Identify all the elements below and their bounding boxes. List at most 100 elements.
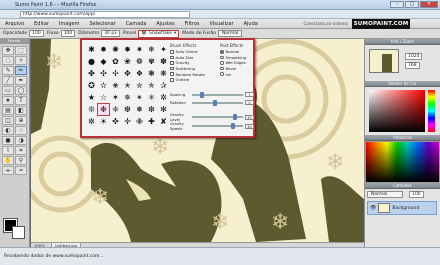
eye-icon[interactable]: 👁 bbox=[370, 205, 376, 211]
blend-mode-select[interactable]: Normal bbox=[217, 30, 243, 37]
symmetry-tool-icon[interactable]: ⟛ bbox=[2, 166, 14, 175]
brush-preset[interactable]: ✛ bbox=[122, 116, 133, 127]
rotation-knob[interactable] bbox=[212, 99, 217, 106]
clone-tool-icon[interactable]: ⊕ bbox=[15, 116, 27, 125]
brush-preset[interactable]: ✦ bbox=[158, 44, 169, 55]
menu-imagem[interactable]: Imagem bbox=[54, 21, 85, 27]
brush-preset[interactable]: ✿ bbox=[110, 56, 121, 67]
brush-preset[interactable]: ❃ bbox=[146, 68, 157, 79]
gravity-speed-value[interactable]: 40 bbox=[245, 123, 254, 129]
brush-preset[interactable]: ✹ bbox=[98, 44, 109, 55]
brush-preset[interactable]: ✼ bbox=[86, 116, 97, 127]
ellipse-tool-icon[interactable]: ◯ bbox=[15, 86, 27, 95]
brush-preset[interactable]: ✥ bbox=[122, 68, 133, 79]
brush-preset[interactable]: ❄ bbox=[146, 44, 157, 55]
brush-preset[interactable]: ☆ bbox=[98, 92, 109, 103]
minimize-button[interactable]: – bbox=[390, 1, 404, 8]
brush-preset[interactable]: ❅ bbox=[134, 104, 145, 115]
lasso-tool-icon[interactable]: ◌ bbox=[2, 56, 14, 65]
spacing-slider[interactable] bbox=[192, 91, 243, 98]
brush-preset[interactable]: ✯ bbox=[146, 80, 157, 91]
brush-preset[interactable]: ☀ bbox=[98, 116, 109, 127]
brush-preset[interactable]: ❆ bbox=[122, 104, 133, 115]
brush-preset[interactable]: ✰ bbox=[158, 80, 169, 91]
background-color[interactable] bbox=[12, 226, 25, 239]
brush-preset[interactable]: ✷ bbox=[134, 44, 145, 55]
brush-preset[interactable]: ✫ bbox=[98, 80, 109, 91]
flow-field[interactable]: 100 bbox=[60, 30, 76, 37]
pencil-tool-icon[interactable]: ✎ bbox=[2, 66, 14, 75]
ink-radio[interactable]: Ink bbox=[220, 71, 255, 77]
magic-wand-icon[interactable]: ✧ bbox=[15, 56, 27, 65]
menu-arquivo[interactable]: Arquivo bbox=[0, 21, 29, 27]
smudge-tool-icon[interactable]: ☝ bbox=[15, 126, 27, 135]
brush-preset[interactable]: ✮ bbox=[134, 80, 145, 91]
brush-preset[interactable]: ❈ bbox=[110, 104, 121, 115]
brush-preset[interactable]: ❉ bbox=[97, 103, 110, 116]
blur-tool-icon[interactable]: ◐ bbox=[2, 126, 14, 135]
brush-preset[interactable]: ❇ bbox=[146, 104, 157, 115]
menu-selecionar[interactable]: Selecionar bbox=[84, 21, 120, 27]
brush-preset[interactable]: ✣ bbox=[98, 68, 109, 79]
layer-opacity[interactable]: 100 bbox=[409, 191, 424, 198]
spacing-knob[interactable] bbox=[200, 91, 205, 98]
menu-editar[interactable]: Editar bbox=[29, 21, 54, 27]
gravity-level-slider[interactable] bbox=[192, 114, 243, 120]
brush-selector[interactable]: ❄ Snowflake ▾ bbox=[138, 29, 180, 38]
hue-slider[interactable] bbox=[428, 90, 435, 132]
outline-checkbox[interactable]: Outline bbox=[170, 77, 216, 83]
brush-preset[interactable]: ✽ bbox=[158, 56, 169, 67]
rotation-value[interactable]: 0 bbox=[245, 100, 254, 105]
crop-tool-icon[interactable]: ⌗ bbox=[15, 146, 27, 155]
gravity-level-value[interactable]: 45 bbox=[245, 114, 254, 120]
navigator-thumbnail[interactable] bbox=[369, 49, 399, 73]
line-tool-icon[interactable]: ╱ bbox=[2, 76, 14, 85]
text-tool-icon[interactable]: T bbox=[15, 96, 27, 105]
brush-preset[interactable]: ✢ bbox=[110, 68, 121, 79]
brush-preset[interactable]: ✙ bbox=[134, 116, 145, 127]
color-swatches[interactable] bbox=[3, 218, 26, 239]
brush-preset[interactable]: ✬ bbox=[110, 80, 121, 91]
move-tool-icon[interactable]: ✥ bbox=[2, 46, 14, 55]
brush-preset[interactable]: ✜ bbox=[110, 116, 121, 127]
hand-tool-icon[interactable]: ✋ bbox=[2, 156, 14, 165]
close-button[interactable]: ✕ bbox=[420, 1, 438, 8]
brush-tool-icon[interactable]: ✏ bbox=[15, 66, 27, 75]
layer-blend-mode[interactable]: Normal bbox=[367, 191, 403, 198]
color-field[interactable] bbox=[369, 90, 425, 132]
menu-visualizar[interactable]: Visualizar bbox=[205, 21, 239, 27]
spacing-value[interactable]: 1 bbox=[245, 92, 254, 97]
zoom-tool-icon[interactable]: ⚲ bbox=[15, 156, 27, 165]
brush-preset[interactable]: ✱ bbox=[86, 44, 97, 55]
brush-preset[interactable]: ✪ bbox=[86, 80, 97, 91]
brush-preset[interactable]: ✵ bbox=[122, 92, 133, 103]
pen-tool-icon[interactable]: ✒ bbox=[15, 76, 27, 85]
gravity-level-knob[interactable] bbox=[233, 114, 238, 120]
fill-tool-icon[interactable]: ◧ bbox=[15, 106, 27, 115]
brush-preset[interactable]: ❋ bbox=[158, 68, 169, 79]
gradient-tool-icon[interactable]: ▤ bbox=[2, 106, 14, 115]
brush-preset[interactable]: ✘ bbox=[158, 116, 169, 127]
brush-preset[interactable]: ● bbox=[86, 56, 97, 67]
eraser-tool-icon[interactable]: ◫ bbox=[2, 116, 14, 125]
menu-filtros[interactable]: Filtros bbox=[180, 21, 205, 27]
brush-preset[interactable]: ✭ bbox=[122, 80, 133, 91]
brush-preset[interactable]: ✤ bbox=[86, 68, 97, 79]
menu-camada[interactable]: Camada bbox=[121, 21, 152, 27]
warp-tool-icon[interactable]: ≈ bbox=[15, 166, 27, 175]
opacity-field[interactable]: 100 bbox=[29, 30, 44, 37]
dodge-tool-icon[interactable]: ● bbox=[2, 136, 14, 145]
brush-preset[interactable]: ✺ bbox=[110, 44, 121, 55]
brush-preset[interactable]: ✻ bbox=[158, 104, 169, 115]
diameter-field[interactable]: 30 px bbox=[101, 30, 120, 37]
rectangle-tool-icon[interactable]: ▭ bbox=[2, 86, 14, 95]
brush-preset[interactable]: ✸ bbox=[122, 44, 133, 55]
brush-preset[interactable]: ❀ bbox=[122, 56, 133, 67]
menu-ajustes[interactable]: Ajustes bbox=[151, 21, 179, 27]
brush-preset[interactable]: ✚ bbox=[146, 116, 157, 127]
brush-preset[interactable]: ★ bbox=[86, 92, 97, 103]
brush-preset[interactable]: ❁ bbox=[134, 56, 145, 67]
gravity-speed-slider[interactable] bbox=[192, 123, 243, 129]
brush-preset[interactable]: ✾ bbox=[146, 56, 157, 67]
shape-tool-icon[interactable]: ★ bbox=[2, 96, 14, 105]
